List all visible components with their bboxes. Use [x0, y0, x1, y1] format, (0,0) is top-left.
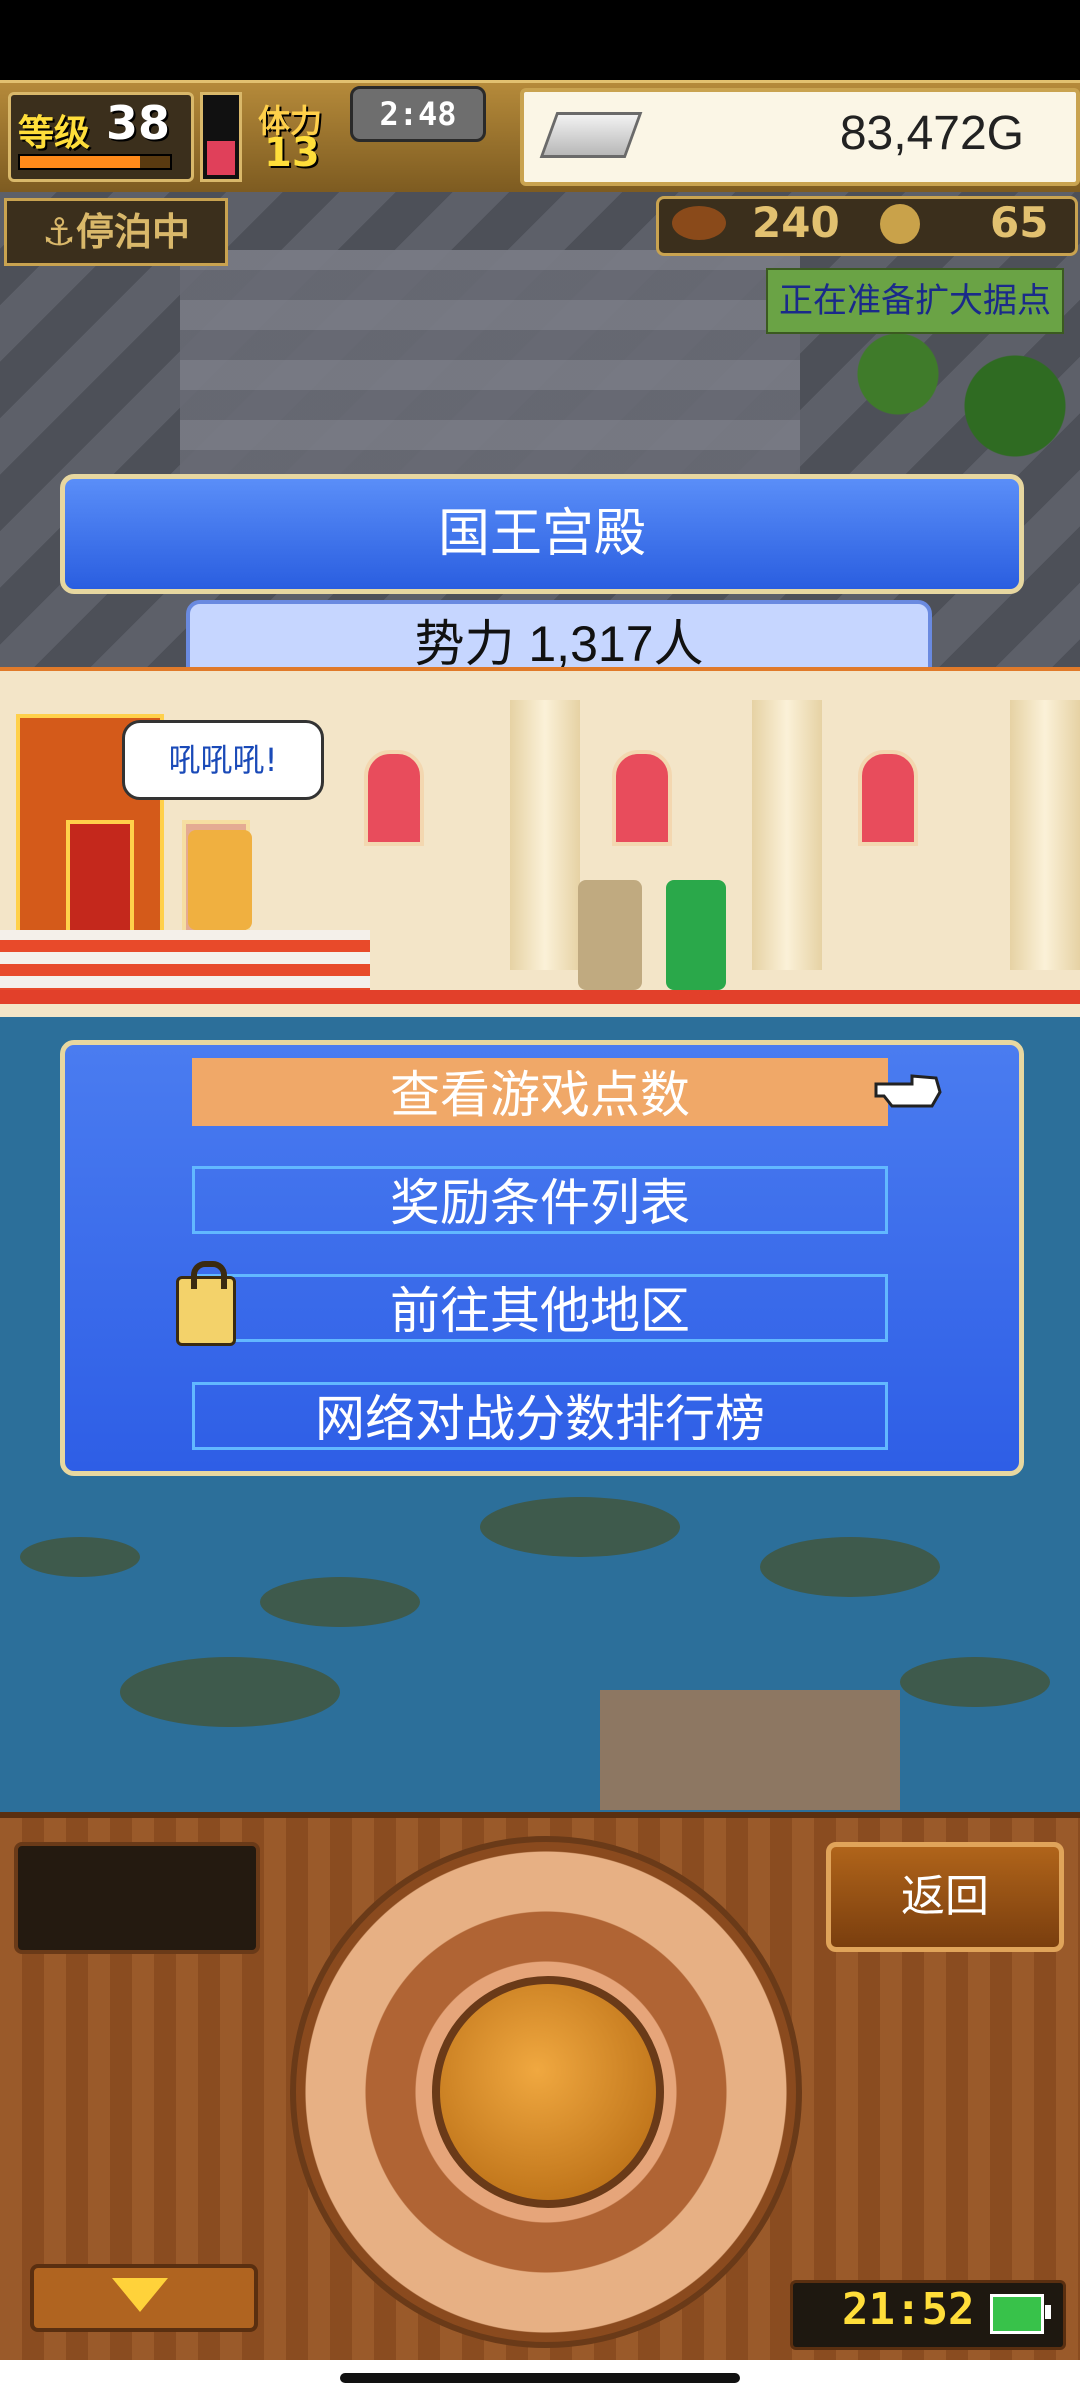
- knight-character: [578, 880, 642, 990]
- back-button[interactable]: 返回: [826, 1842, 1064, 1952]
- clock: 21:52: [842, 2284, 975, 2335]
- battery-icon: [990, 2294, 1051, 2334]
- level-label: 等级: [18, 113, 91, 154]
- home-indicator[interactable]: [340, 2373, 740, 2383]
- king-character: [188, 830, 252, 930]
- throne-left: [66, 820, 134, 938]
- pillar: [1010, 700, 1080, 970]
- resource2-value: 65: [990, 198, 1049, 247]
- status-bar-top: [0, 0, 1080, 80]
- island: [120, 1657, 340, 1727]
- moored-label: 停泊中: [76, 210, 191, 254]
- island: [480, 1497, 680, 1557]
- stamina-timer: 2:48: [350, 86, 486, 142]
- confirm-button[interactable]: [432, 1976, 664, 2208]
- pillar: [752, 700, 822, 970]
- window: [612, 750, 672, 846]
- mage-character: [666, 880, 726, 990]
- trees: [820, 310, 1080, 470]
- pillar: [510, 700, 580, 970]
- king-speech-bubble: 吼吼吼!: [122, 720, 324, 800]
- resource1-value: 240: [752, 198, 840, 247]
- window: [364, 750, 424, 846]
- anchor-icon: ⚓: [41, 210, 77, 254]
- window: [858, 750, 918, 846]
- menu-item-go-other-region[interactable]: 前往其他地区: [192, 1274, 888, 1342]
- meat-icon: [672, 206, 726, 240]
- silver-ingot-icon: [539, 112, 643, 158]
- pointing-hand-icon: [874, 1074, 942, 1108]
- island: [260, 1577, 420, 1627]
- expanding-base-notice: 正在准备扩大据点: [766, 268, 1064, 334]
- gold-value: 83,472G: [839, 107, 1024, 160]
- lock-icon: [176, 1261, 236, 1346]
- menu-item-battle-leaderboard[interactable]: 网络对战分数排行榜: [192, 1382, 888, 1450]
- stamina-value: 13: [264, 130, 320, 176]
- stamina-gauge-fill: [207, 140, 235, 175]
- island: [900, 1657, 1050, 1707]
- harbor-town: [600, 1690, 900, 1810]
- moored-status: ⚓停泊中: [4, 198, 228, 266]
- coin-icon: [880, 204, 920, 244]
- menu-item-view-game-points[interactable]: 查看游戏点数: [192, 1058, 888, 1126]
- mini-screen: [14, 1842, 260, 1954]
- red-carpet: [0, 990, 1080, 1004]
- castle-walls: [180, 250, 800, 510]
- island: [20, 1537, 140, 1577]
- level-value: 38: [106, 96, 171, 150]
- stamina-gauge: [200, 92, 242, 182]
- location-title: 国王宫殿: [60, 474, 1024, 594]
- xp-bar: [18, 154, 172, 170]
- island: [760, 1537, 940, 1597]
- menu-item-reward-conditions[interactable]: 奖励条件列表: [192, 1166, 888, 1234]
- xp-bar-fill: [20, 156, 140, 168]
- down-arrow-icon: [112, 2278, 168, 2312]
